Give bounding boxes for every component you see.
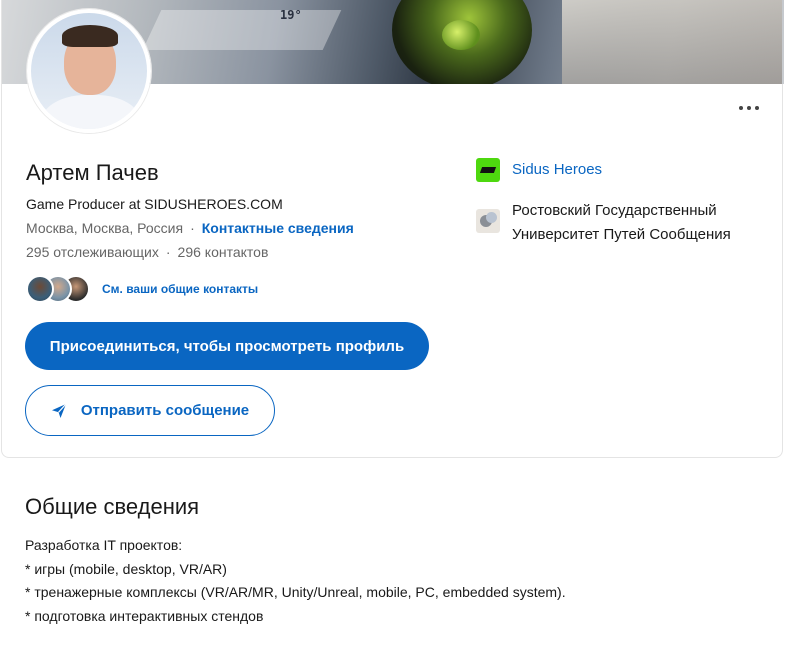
banner-character-eye — [442, 20, 480, 50]
company-name[interactable]: Sidus Heroes — [512, 158, 602, 182]
send-message-label: Отправить сообщение — [80, 402, 250, 419]
current-company[interactable]: Sidus Heroes — [476, 158, 602, 182]
mutual-contact-avatar — [26, 275, 54, 303]
school-name: Ростовский Государственный Университет П… — [512, 202, 731, 243]
banner-decoration — [142, 10, 342, 50]
education-school[interactable]: Ростовский Государственный Университет П… — [476, 199, 762, 247]
banner-decoration — [562, 0, 782, 84]
profile-avatar[interactable] — [27, 9, 151, 133]
followers-count[interactable]: 295 отслеживающих — [26, 244, 159, 260]
paper-plane-icon — [51, 403, 67, 419]
more-horizontal-icon — [739, 106, 743, 110]
profile-name: Артем Пачев — [26, 160, 159, 185]
profile-headline: Game Producer at SIDUSHEROES.COM — [26, 196, 283, 212]
separator-dot: · — [190, 220, 195, 236]
school-logo-icon — [476, 209, 500, 233]
profile-stats: 295 отслеживающих · 296 контактов — [26, 244, 268, 260]
about-line: * подготовка интерактивных стендов — [25, 607, 264, 624]
contact-info-link[interactable]: Контактные сведения — [202, 220, 354, 236]
connections-count[interactable]: 296 контактов — [178, 244, 269, 260]
about-section-text: Разработка IT проектов: * игры (mobile, … — [25, 534, 566, 628]
banner-tag: 19° — [280, 8, 302, 22]
profile-location: Москва, Москва, Россия — [26, 220, 184, 236]
mutual-contacts-link[interactable]: См. ваши общие контакты — [102, 282, 258, 296]
more-options-button[interactable] — [733, 96, 765, 120]
about-line: * тренажерные комплексы (VR/AR/MR, Unity… — [25, 584, 566, 600]
profile-location-line: Москва, Москва, Россия · Контактные сведен… — [26, 220, 354, 236]
mutual-contacts[interactable]: См. ваши общие контакты — [26, 273, 258, 305]
join-to-view-profile-button[interactable]: Присоединиться, чтобы просмотреть профил… — [25, 322, 429, 370]
about-section-title: Общие сведения — [25, 494, 200, 519]
company-logo-icon — [476, 158, 500, 182]
about-line: Разработка IT проектов: — [25, 537, 183, 553]
about-line: * игры (mobile, desktop, VR/AR) — [25, 560, 227, 577]
send-message-button[interactable]: Отправить сообщение — [25, 385, 275, 436]
separator-dot: · — [165, 244, 171, 260]
